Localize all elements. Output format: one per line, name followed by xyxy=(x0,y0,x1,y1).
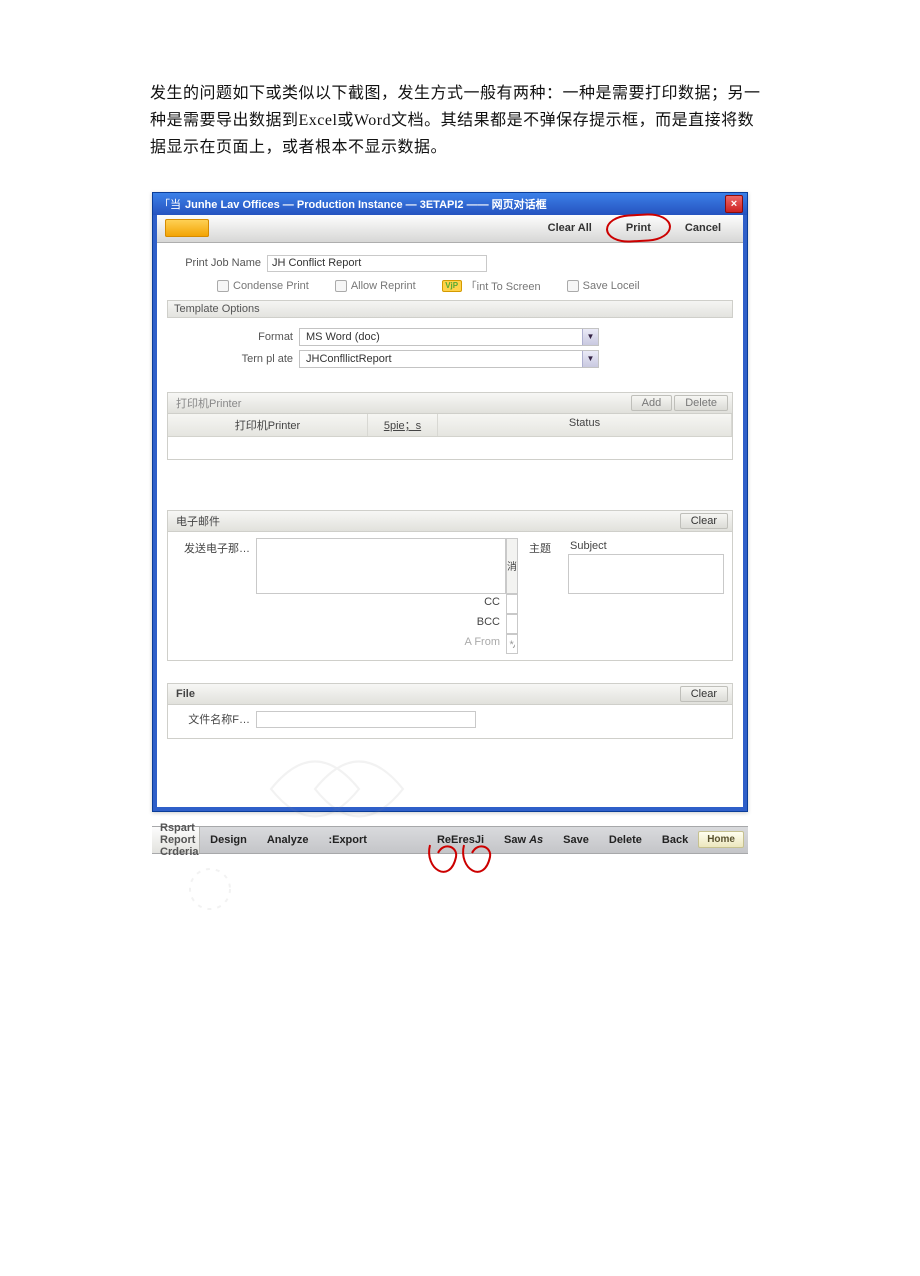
export-button[interactable]: :Export xyxy=(318,827,377,853)
allow-reprint-label: Allow Reprint xyxy=(351,280,416,292)
home-button[interactable]: Home xyxy=(698,831,744,848)
intro-paragraph: 发生的问题如下或类似以下截图，发生方式一般有两种：一种是需要打印数据；另一种是需… xyxy=(150,80,770,162)
email-header: 电子邮件 xyxy=(176,513,220,529)
allow-reprint-check[interactable]: Allow Reprint xyxy=(335,278,416,294)
from-label: A From xyxy=(256,634,506,654)
bcc-label: BCC xyxy=(256,614,506,634)
print-button[interactable]: Print xyxy=(612,220,665,236)
dialog-title: Junhe Lav Offices — Production Instance … xyxy=(185,196,547,212)
printer-grid-header: 打印机Printer 5pie；s Status xyxy=(168,414,732,437)
cancel-button[interactable]: Cancel xyxy=(671,220,735,236)
title-prefix: 「当 xyxy=(159,196,181,212)
print-job-name-input[interactable] xyxy=(267,255,487,272)
footer-title: Rspart Report Crderia xyxy=(152,827,200,853)
save-as-button[interactable]: Saw As xyxy=(494,827,553,853)
file-clear-button[interactable]: Clear xyxy=(680,686,728,702)
save-local-label: Save Loceil xyxy=(583,280,640,292)
cc-input[interactable] xyxy=(506,594,518,614)
cc-label: CC xyxy=(256,594,506,614)
subject-label-cn: 主题 xyxy=(518,538,568,594)
col-copies[interactable]: 5pie；s xyxy=(368,414,438,436)
delete-button[interactable]: Delete xyxy=(599,827,652,853)
vjp-tag: VjP xyxy=(445,281,458,290)
template-select[interactable]: JHConfllictReport ▼ xyxy=(299,350,599,368)
save-button[interactable]: Save xyxy=(553,827,599,853)
format-value: MS Word (doc) xyxy=(300,331,582,343)
email-panel: 电子邮件 Clear 发送电子那… 消 主题 Subject xyxy=(167,510,733,661)
printer-panel: 打印机Printer Add Delete 打印机Printer 5pie；s … xyxy=(167,392,733,460)
cancel-email-button[interactable]: 消 xyxy=(506,538,518,594)
printer-header: 打印机Printer xyxy=(176,395,241,411)
dialog-titlebar[interactable]: 「当 Junhe Lav Offices — Production Instan… xyxy=(153,193,747,215)
print-dialog: 「当 Junhe Lav Offices — Production Instan… xyxy=(152,192,748,812)
back-button[interactable]: Back xyxy=(652,827,698,853)
clear-all-button[interactable]: Clear All xyxy=(534,220,606,236)
chevron-down-icon[interactable]: ▼ xyxy=(582,351,598,367)
chevron-down-icon[interactable]: ▼ xyxy=(582,329,598,345)
col-printer: 打印机Printer xyxy=(168,414,368,436)
report-footer: Rspart Report Crderia Design Analyze :Ex… xyxy=(152,826,748,854)
send-to-label: 发送电子那… xyxy=(176,538,256,594)
delete-printer-button[interactable]: Delete xyxy=(674,395,728,411)
analyze-button[interactable]: Analyze xyxy=(257,827,319,853)
app-logo xyxy=(165,219,209,237)
condense-label: Condense Print xyxy=(233,280,309,292)
dialog-toolbar: Clear All Print Cancel xyxy=(157,215,743,243)
col-status: Status xyxy=(438,414,732,436)
file-name-label: 文件名称F… xyxy=(176,711,250,727)
file-panel: File Clear 文件名称F… xyxy=(167,683,733,739)
email-clear-button[interactable]: Clear xyxy=(680,513,728,529)
add-printer-button[interactable]: Add xyxy=(631,395,673,411)
print-job-label: Print Job Name xyxy=(167,257,267,269)
template-value: JHConfllictReport xyxy=(300,353,582,365)
file-header: File xyxy=(176,688,195,700)
file-name-input[interactable] xyxy=(256,711,476,728)
send-to-input[interactable] xyxy=(256,538,506,594)
refresh-button[interactable]: ReEresJi xyxy=(427,827,494,853)
template-options-header: Template Options xyxy=(167,300,733,318)
format-label: Format xyxy=(169,331,299,343)
watermark-icon xyxy=(180,864,240,914)
condense-print-check[interactable]: Condense Print xyxy=(217,278,309,294)
design-button[interactable]: Design xyxy=(200,827,257,853)
bcc-input[interactable] xyxy=(506,614,518,634)
print-to-screen-check[interactable]: VjP 「int To Screen xyxy=(442,278,541,294)
subject-label-en: Subject xyxy=(568,538,724,554)
close-icon[interactable]: × xyxy=(725,195,743,213)
save-local-check[interactable]: Save Loceil xyxy=(567,278,640,294)
to-screen-label: 「int To Screen xyxy=(466,278,541,294)
from-input[interactable] xyxy=(506,634,518,654)
format-select[interactable]: MS Word (doc) ▼ xyxy=(299,328,599,346)
template-label: Tern pl ate xyxy=(169,353,299,365)
subject-input[interactable] xyxy=(568,554,724,594)
